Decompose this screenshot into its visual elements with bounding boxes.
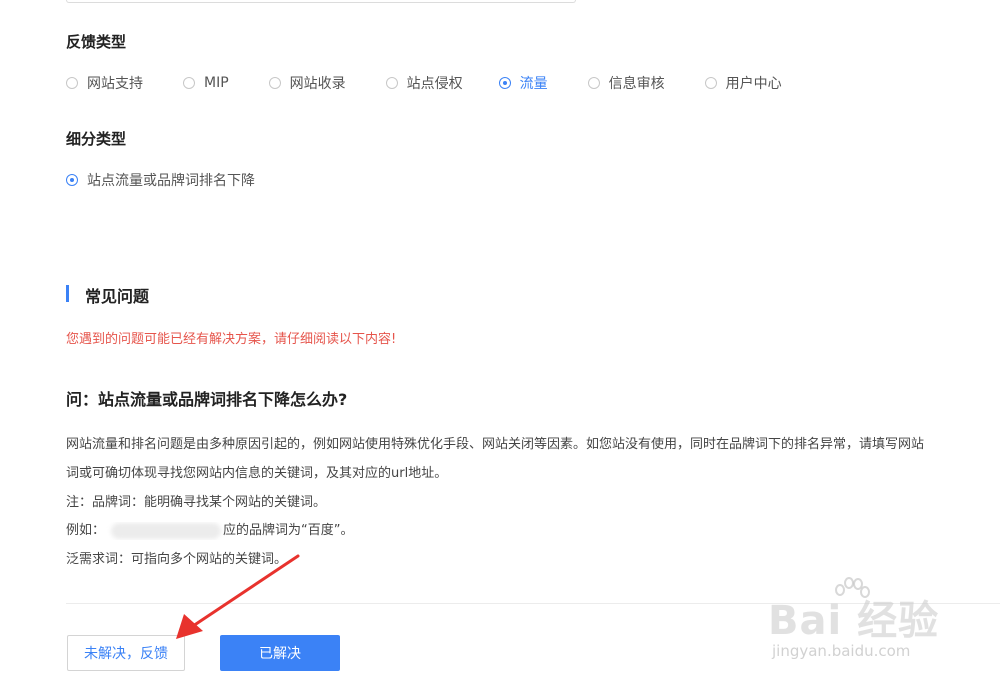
faq-title: 常见问题 bbox=[85, 287, 150, 306]
feedback-type-title: 反馈类型 bbox=[66, 33, 127, 51]
radio-label: 流量 bbox=[519, 76, 548, 92]
faq-answer-line-2: 词或可确切体现寻找您网站内信息的关键词，及其对应的url地址。 bbox=[66, 466, 448, 481]
radio-circle-icon bbox=[66, 174, 78, 186]
radio-feedback-options-1[interactable]: MIP bbox=[183, 75, 229, 91]
radio-label: 站点侵权 bbox=[406, 76, 463, 92]
watermark-url: jingyan.baidu.com bbox=[772, 642, 911, 660]
radio-circle-icon bbox=[66, 77, 78, 89]
radio-circle-icon bbox=[498, 77, 511, 89]
faq-accent-bar bbox=[66, 285, 69, 302]
sub-type-options: 站点流量或品牌词排名下降 bbox=[66, 170, 255, 190]
radio-label: 信息审核 bbox=[608, 76, 665, 92]
faq-answer-line-1: 网站流量和排名问题是由多种原因引起的，例如网站使用特殊优化手段、网站关闭等因素。… bbox=[66, 437, 925, 452]
radio-circle-icon bbox=[183, 77, 195, 89]
radio-circle-icon bbox=[704, 77, 717, 89]
radio-circle-icon bbox=[385, 77, 398, 89]
radio-feedback-options-2[interactable]: 网站收录 bbox=[268, 73, 346, 93]
radio-feedback-options-4[interactable]: 流量 bbox=[498, 73, 548, 93]
radio-circle-icon bbox=[268, 77, 281, 89]
faq-answer-line-3: 注：品牌词：能明确寻找某个网站的关键词。 bbox=[66, 495, 327, 510]
faq-example-line: 例如： 应的品牌词为“百度”。 bbox=[66, 522, 1000, 540]
faq-question: 问：站点流量或品牌词排名下降怎么办? bbox=[66, 390, 348, 409]
radio-label: 网站支持 bbox=[87, 76, 143, 92]
faq-answer-line-4: 泛需求词：可指向多个网站的关键词。 bbox=[66, 552, 288, 567]
description-textarea-bottom[interactable] bbox=[66, 0, 576, 3]
radio-sub-options-0[interactable]: 站点流量或品牌词排名下降 bbox=[66, 170, 255, 190]
radio-label: 网站收录 bbox=[289, 76, 346, 92]
watermark-main: Bai 经验 bbox=[768, 598, 940, 644]
divider bbox=[66, 603, 1000, 604]
radio-feedback-options-6[interactable]: 用户中心 bbox=[704, 73, 782, 93]
radio-feedback-options-5[interactable]: 信息审核 bbox=[587, 73, 665, 93]
feedback-type-options: 网站支持 MIP 网站收录 站点侵权 流量 信息审核 用户中心 bbox=[66, 73, 782, 93]
radio-label: MIP bbox=[204, 75, 229, 91]
paw-logo-icon bbox=[835, 577, 870, 598]
radio-label: 用户中心 bbox=[725, 76, 782, 92]
example-prefix: 例如： bbox=[66, 523, 106, 538]
radio-circle-icon bbox=[587, 77, 600, 89]
blurred-redaction bbox=[111, 522, 222, 539]
sub-type-title: 细分类型 bbox=[66, 130, 127, 148]
unsolved-feedback-button[interactable]: 未解决，反馈 bbox=[67, 635, 185, 671]
baidu-jingyan-watermark: Bai 经验 jingyan.baidu.com bbox=[768, 576, 1000, 683]
radio-feedback-options-0[interactable]: 网站支持 bbox=[66, 73, 143, 93]
solved-button[interactable]: 已解决 bbox=[220, 635, 340, 671]
radio-feedback-options-3[interactable]: 站点侵权 bbox=[385, 73, 463, 93]
example-suffix: 应的品牌词为“百度”。 bbox=[223, 523, 354, 538]
faq-notice: 您遇到的问题可能已经有解决方案，请仔细阅读以下内容! bbox=[66, 332, 397, 347]
radio-label: 站点流量或品牌词排名下降 bbox=[87, 173, 255, 189]
